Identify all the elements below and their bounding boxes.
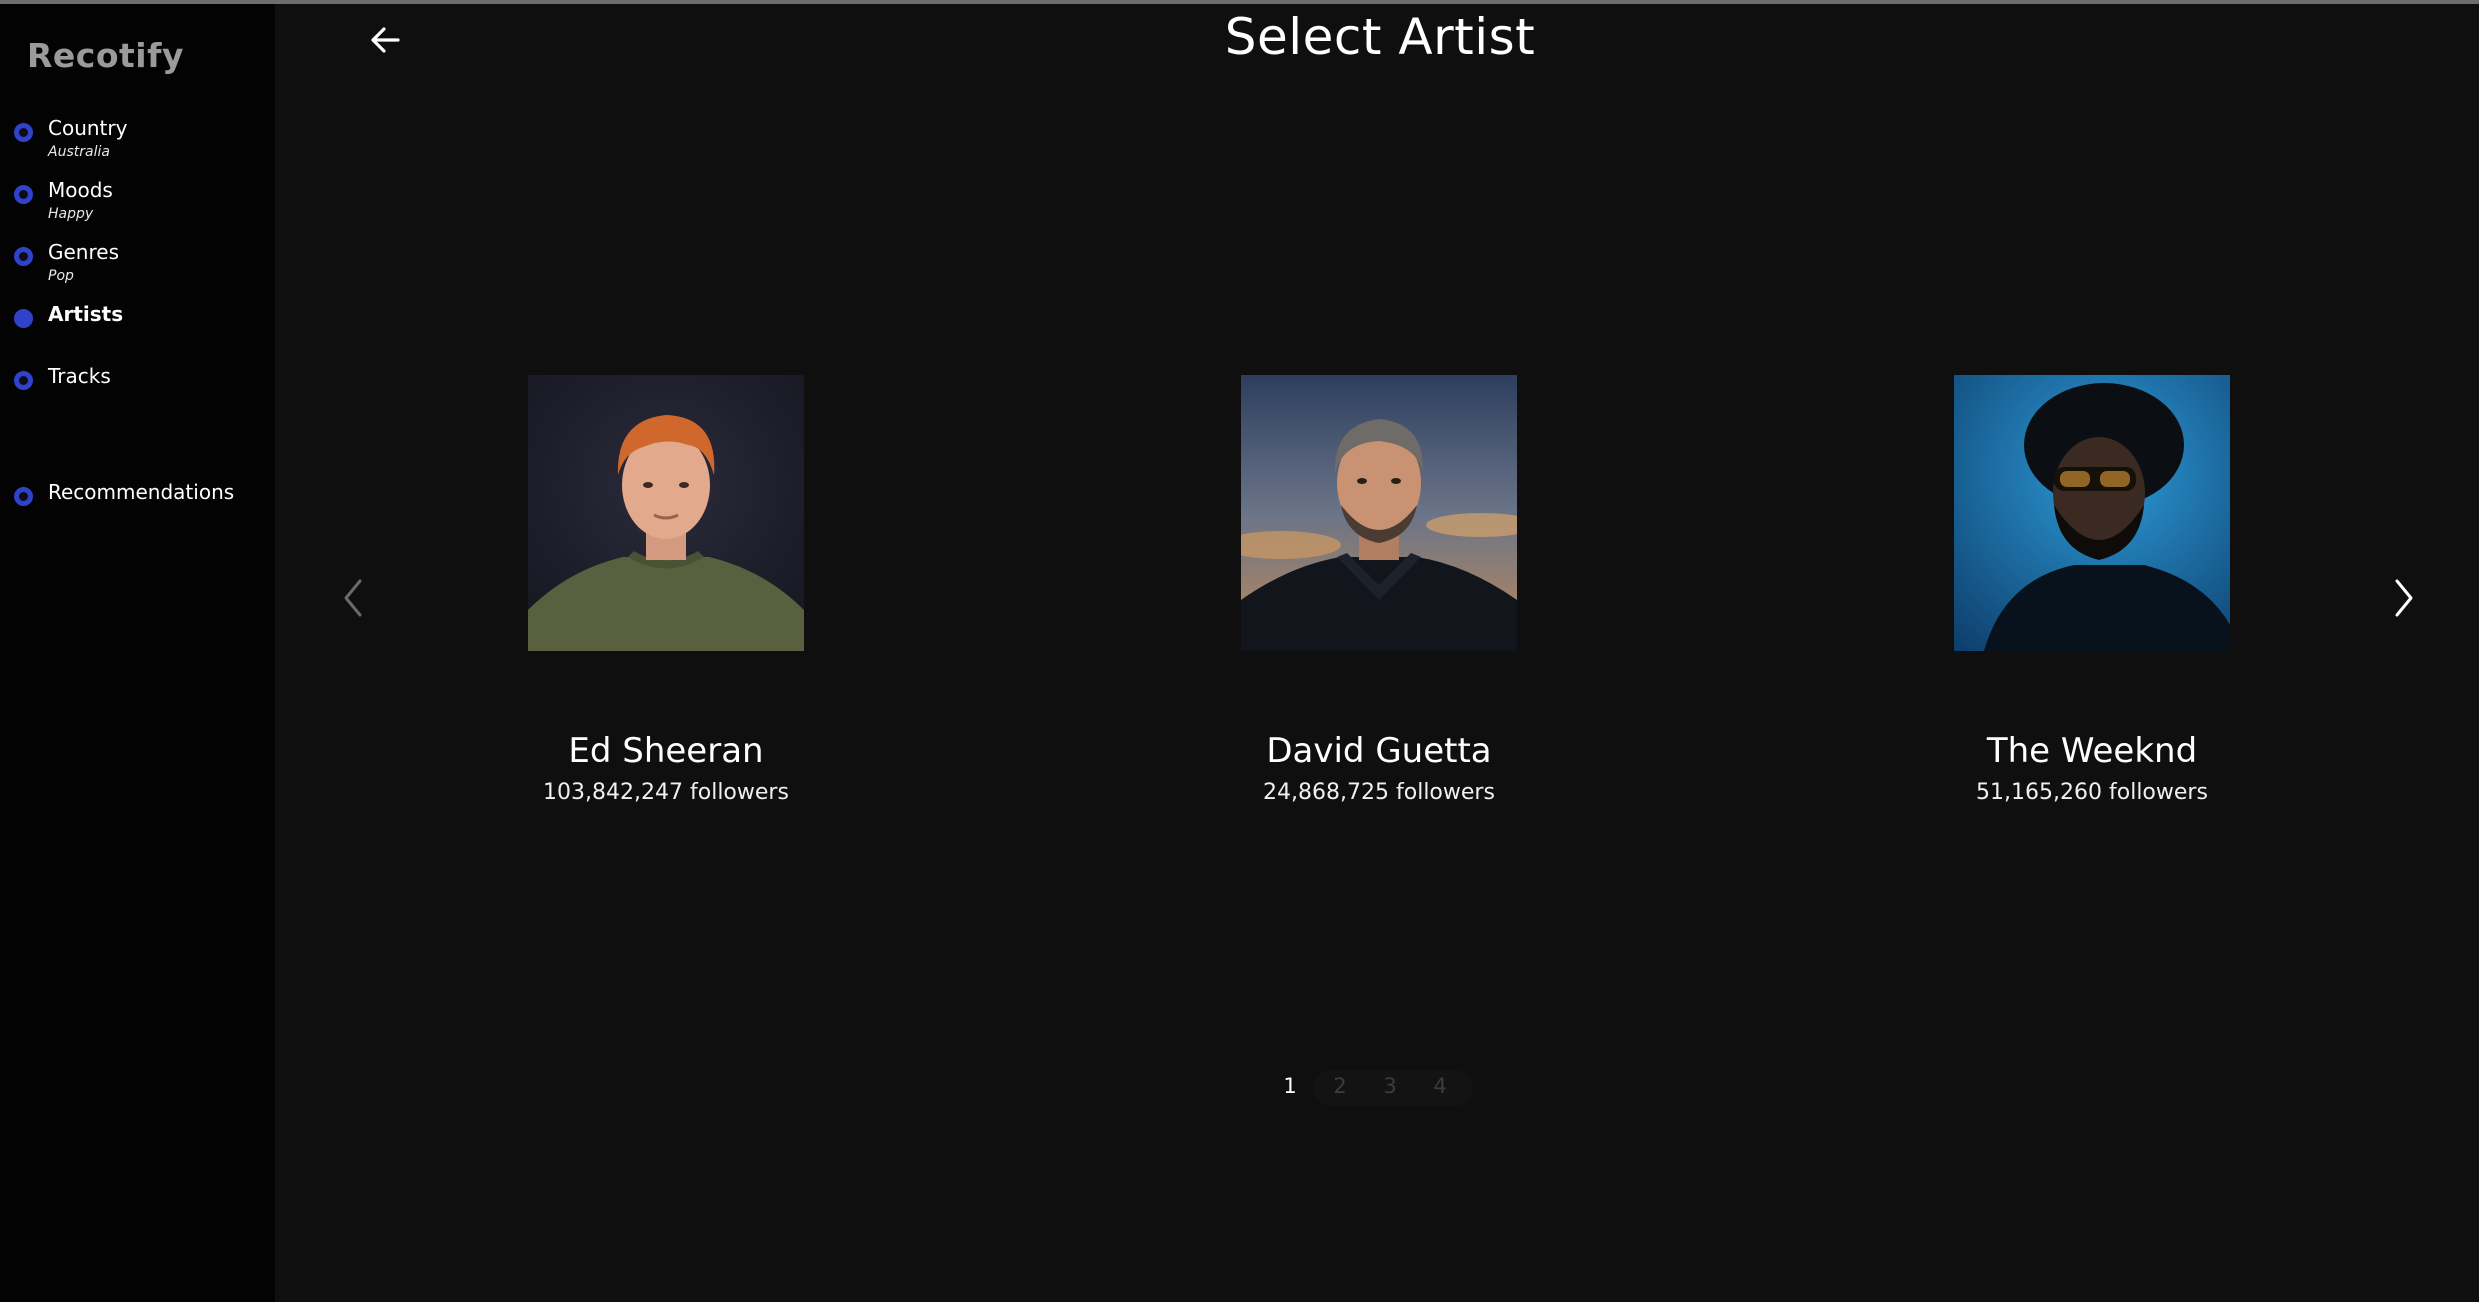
sidebar: Recotify Country Australia Moods Happy G… (0, 4, 275, 1302)
page-number-2[interactable]: 2 (1325, 1074, 1355, 1098)
step-indicator-icon (14, 371, 33, 390)
step-selected-value: Pop (48, 268, 74, 284)
page-number-1[interactable]: 1 (1275, 1074, 1305, 1098)
page-number-3[interactable]: 3 (1375, 1074, 1405, 1098)
step-indicator-icon (14, 247, 33, 266)
page-number-4[interactable]: 4 (1425, 1074, 1455, 1098)
step-indicator-icon (14, 185, 33, 204)
step-indicator-icon (14, 487, 33, 506)
artist-followers: 24,868,725 followers (1263, 780, 1495, 805)
arrow-left-icon (371, 27, 400, 53)
artist-followers: 51,165,260 followers (1976, 780, 2208, 805)
artist-name: David Guetta (1266, 731, 1492, 771)
artist-card[interactable]: Ed Sheeran 103,842,247 followers (456, 375, 876, 815)
artist-name: The Weeknd (1986, 731, 2198, 771)
step-label: Recommendations (48, 480, 235, 504)
step-label: Moods (48, 178, 113, 202)
pagination: 1 2 3 4 (1275, 1070, 1495, 1106)
chevron-left-icon (344, 579, 362, 617)
carousel-prev-button[interactable] (336, 575, 372, 621)
artist-card[interactable]: The Weeknd 51,165,260 followers (1882, 375, 2302, 815)
step-label: Country (48, 116, 128, 140)
chevron-right-icon (2395, 579, 2413, 617)
artist-card[interactable]: David Guetta 24,868,725 followers (1169, 375, 1589, 815)
carousel-next-button[interactable] (2385, 575, 2421, 621)
step-selected-value: Happy (48, 206, 94, 222)
step-selected-value: Australia (48, 144, 110, 160)
step-label: Genres (48, 240, 119, 264)
window-top-border (0, 0, 2479, 4)
artist-photo (528, 375, 804, 651)
step-label: Artists (48, 302, 124, 326)
step-indicator-active-icon (14, 309, 33, 328)
artist-photo (1954, 375, 2230, 651)
artist-followers: 103,842,247 followers (543, 780, 789, 805)
artist-name: Ed Sheeran (568, 731, 764, 771)
step-label: Tracks (48, 364, 111, 388)
artist-photo (1241, 375, 1517, 651)
step-indicator-icon (14, 123, 33, 142)
app-logo: Recotify (27, 36, 184, 75)
page-title: Select Artist (1224, 8, 1536, 66)
back-button[interactable] (366, 20, 406, 60)
